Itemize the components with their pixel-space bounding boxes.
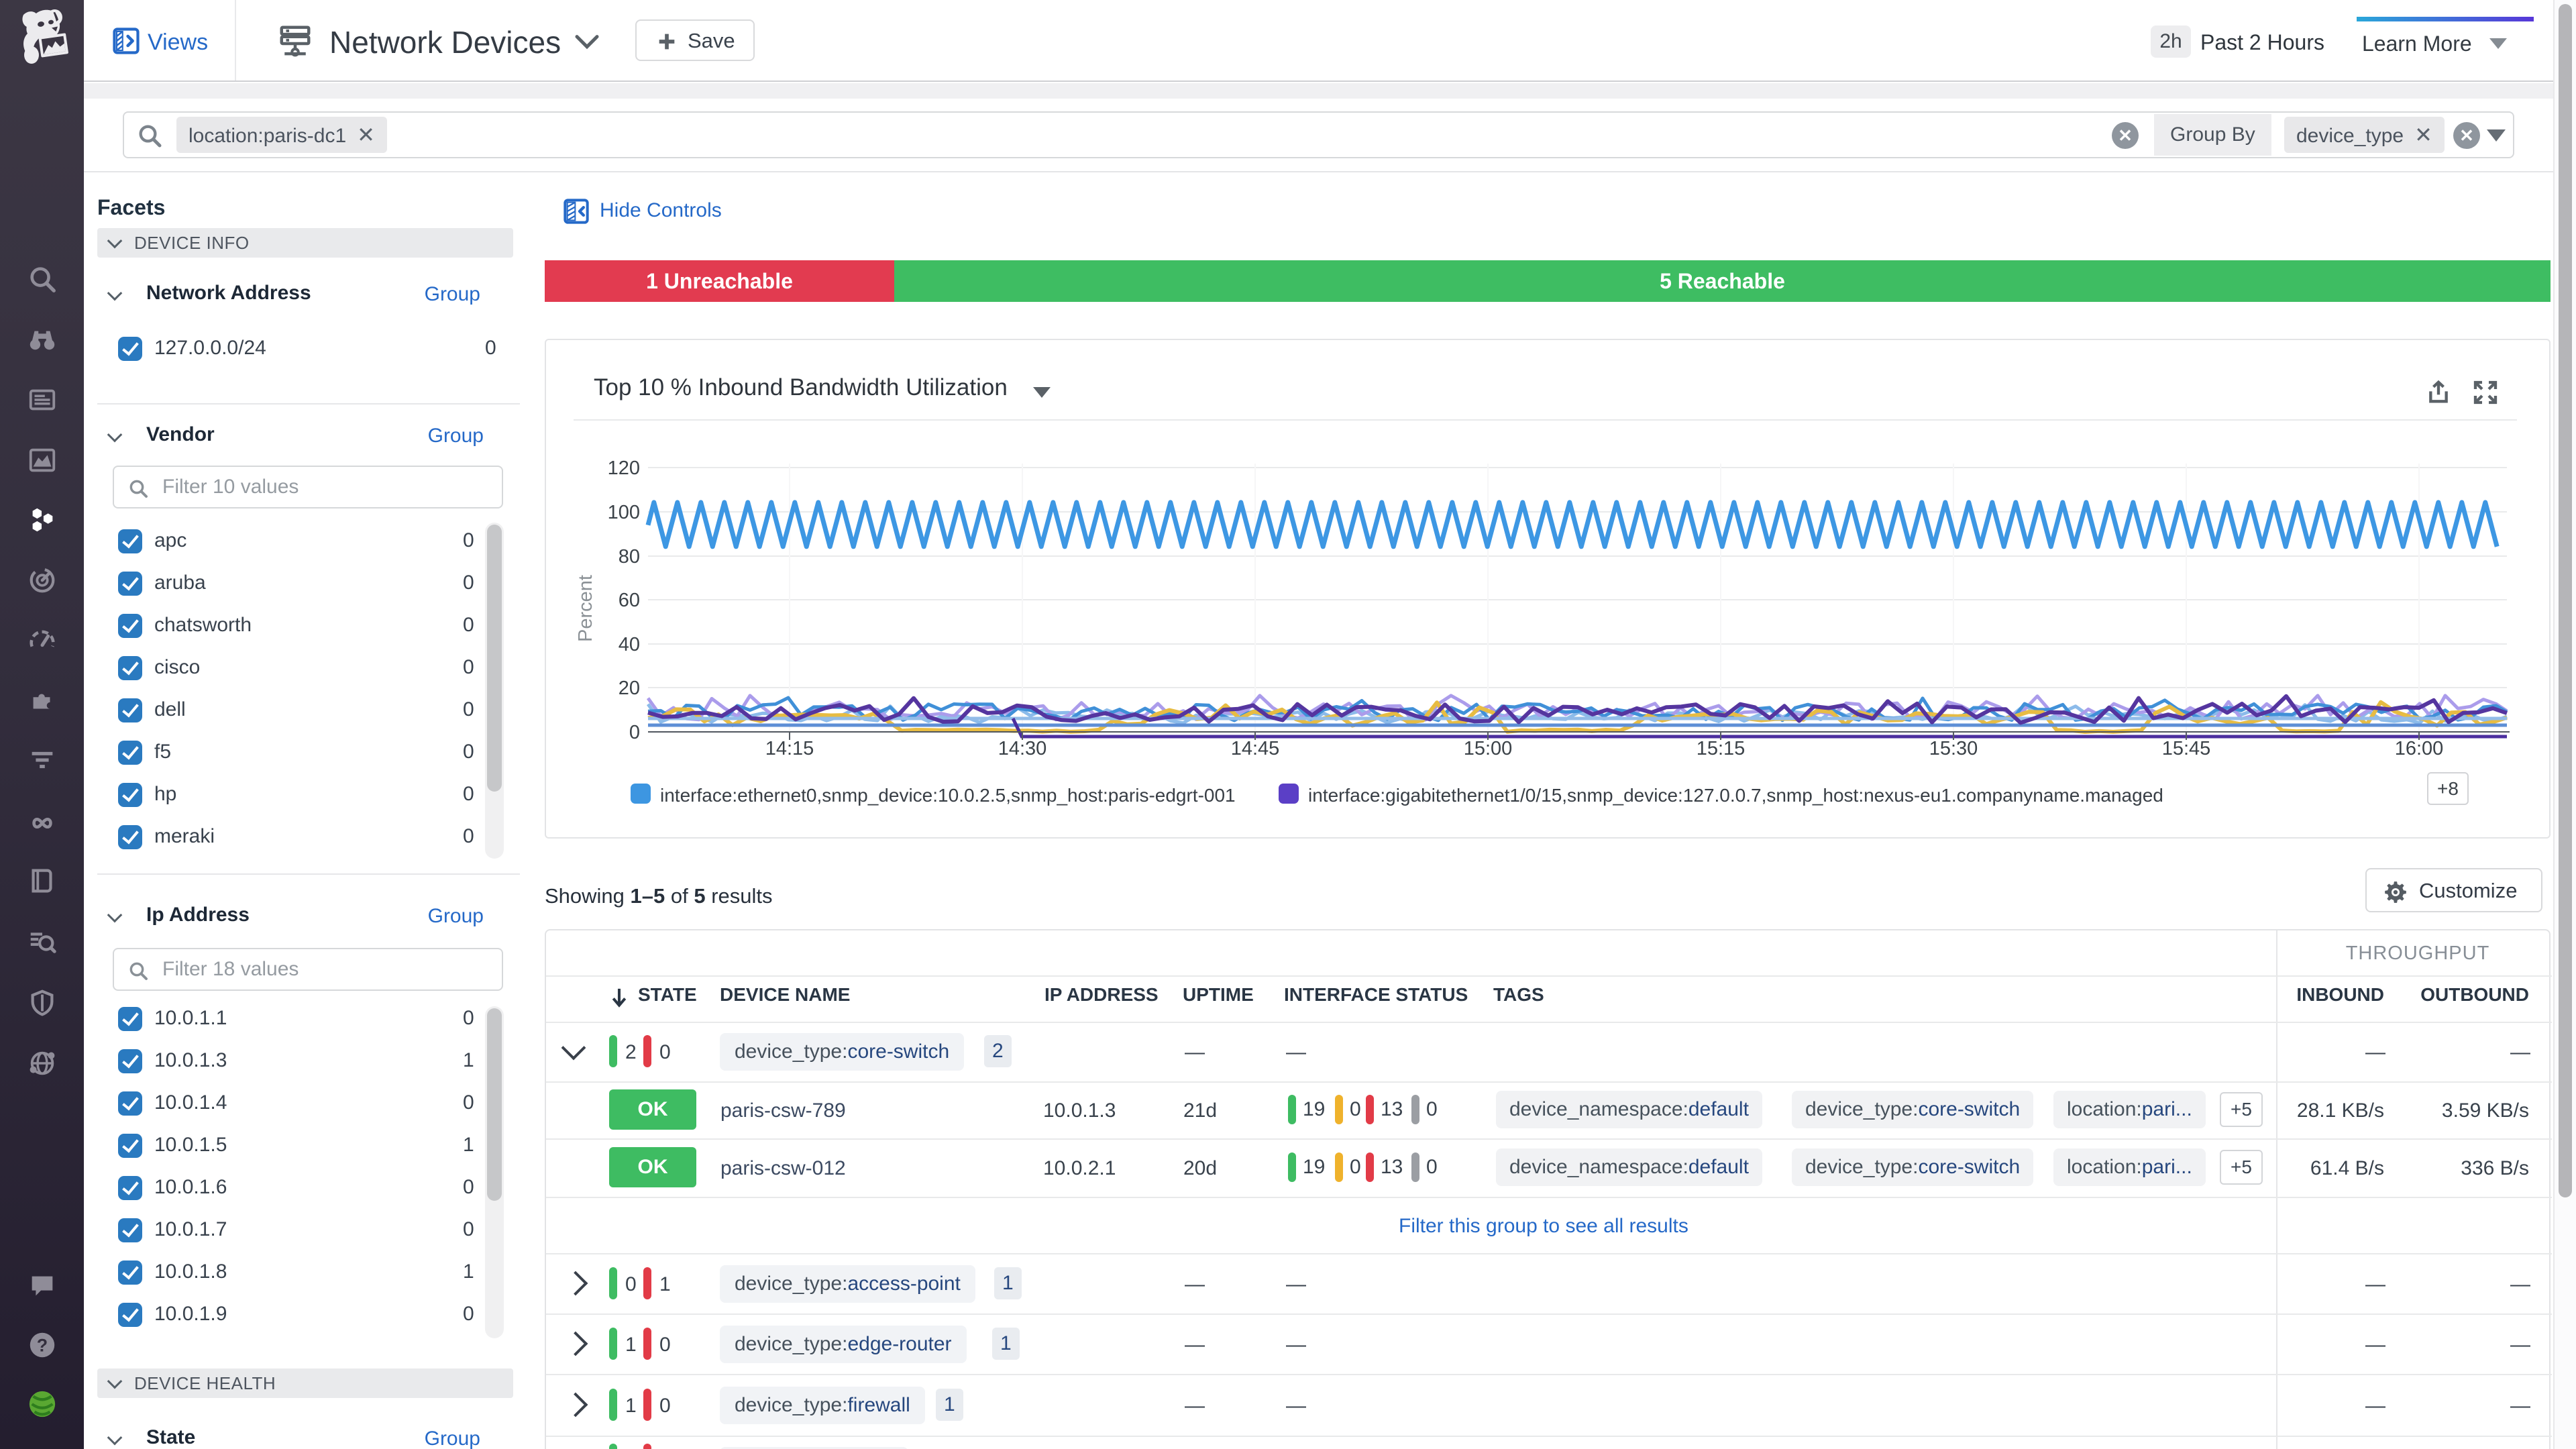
svg-text:14:45: 14:45 (1231, 738, 1280, 759)
svg-text:16:00: 16:00 (2395, 738, 2444, 759)
svg-text:15:00: 15:00 (1464, 738, 1513, 759)
svg-text:40: 40 (619, 634, 640, 655)
svg-text:20: 20 (619, 678, 640, 699)
svg-text:120: 120 (608, 458, 640, 479)
svg-text:15:30: 15:30 (1929, 738, 1978, 759)
svg-text:14:15: 14:15 (765, 738, 814, 759)
svg-text:0: 0 (629, 722, 640, 743)
svg-text:15:15: 15:15 (1697, 738, 1746, 759)
svg-text:15:45: 15:45 (2162, 738, 2211, 759)
svg-text:80: 80 (619, 546, 640, 568)
svg-text:60: 60 (619, 590, 640, 611)
svg-text:14:30: 14:30 (998, 738, 1047, 759)
svg-text:100: 100 (608, 502, 640, 523)
svg-text:Percent: Percent (575, 575, 596, 642)
